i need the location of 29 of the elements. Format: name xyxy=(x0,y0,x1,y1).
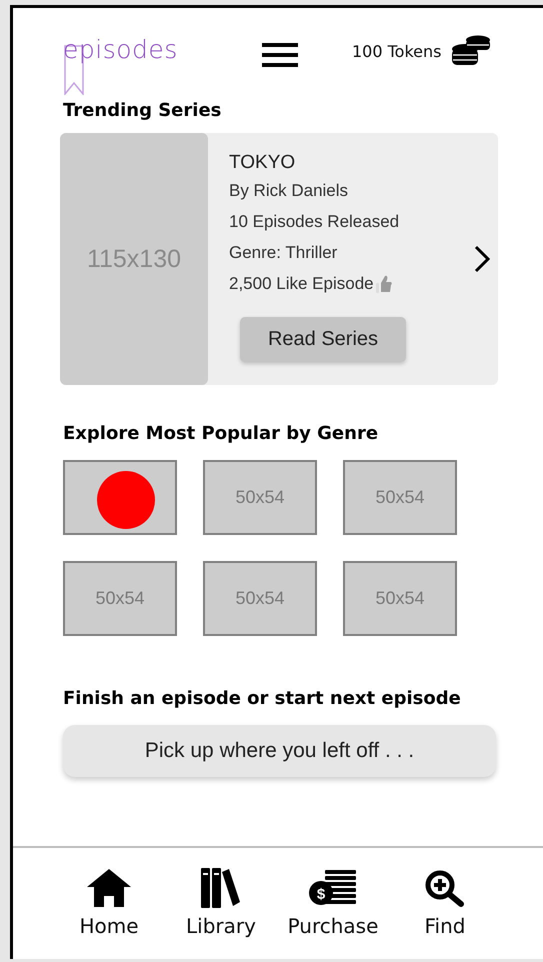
chevron-right-icon[interactable] xyxy=(474,245,490,273)
nav-tab[interactable]: Home xyxy=(53,848,165,959)
tile-size-label: 50x54 xyxy=(375,588,425,609)
genre-tile[interactable] xyxy=(63,460,177,535)
tile-size-label: 50x54 xyxy=(235,588,285,609)
series-detail: By Rick Daniels xyxy=(229,180,350,202)
tile-size-label: 50x54 xyxy=(95,588,145,609)
home-icon xyxy=(87,868,131,908)
read-series-button[interactable]: Read Series xyxy=(240,317,406,362)
series-detail: Genre: Thriller xyxy=(229,242,338,264)
image-size-label: 115x130 xyxy=(86,244,182,274)
section-title: Finish an episode or start next episode xyxy=(63,688,462,709)
continue-button[interactable]: Pick up where you left off . . . xyxy=(63,725,496,777)
books-icon xyxy=(201,868,241,908)
coins-icon xyxy=(451,35,492,67)
like-count: 2,500 Like Episode xyxy=(229,273,374,295)
tile-size-label: 50x54 xyxy=(235,487,285,508)
nav-tab[interactable]: Library xyxy=(165,848,277,959)
section-title: Explore Most Popular by Genre xyxy=(63,423,380,444)
section-title: Trending Series xyxy=(63,100,222,121)
series-title: TOKYO xyxy=(229,151,296,175)
series-detail: 10 Episodes Released xyxy=(229,211,400,233)
zoom-in-icon xyxy=(425,868,465,908)
tile-size-label: 50x54 xyxy=(375,487,425,508)
menu-icon[interactable] xyxy=(262,43,298,67)
nav-tab[interactable]: $ Purchase xyxy=(277,848,389,959)
token-count: 100 Tokens xyxy=(352,42,442,61)
thumbs-up-icon xyxy=(376,274,392,292)
nav-tab[interactable]: Find xyxy=(389,848,501,959)
